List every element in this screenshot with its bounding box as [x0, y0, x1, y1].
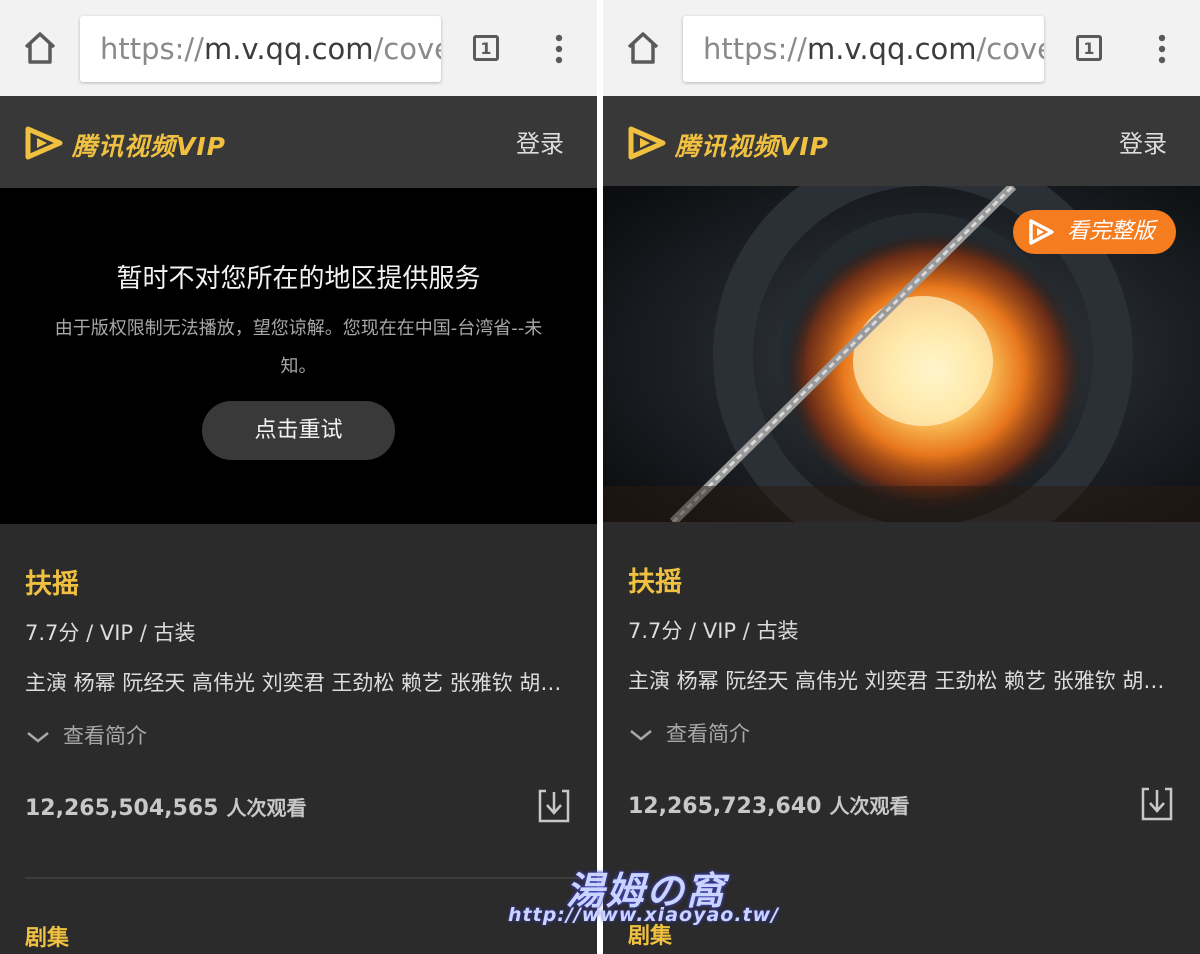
- show-meta: 7.7分 / VIP / 古装: [25, 621, 196, 645]
- tencent-video-logo-icon[interactable]: [627, 126, 667, 160]
- login-link[interactable]: 登录: [516, 124, 564, 159]
- download-icon[interactable]: [537, 788, 571, 824]
- view-count: 12,265,504,565 人次观看: [25, 792, 306, 821]
- left-phone-screen: https://m.v.qq.com/cove 1 腾讯视频VIP 登录 暂时不…: [0, 0, 597, 954]
- tabs-icon[interactable]: 1: [473, 35, 499, 61]
- show-title: 扶摇: [25, 569, 79, 600]
- play-icon: [1029, 219, 1054, 245]
- show-cast: 主演 杨幂 阮经天 高伟光 刘奕君 王劲松 赖艺 张雅钦 胡…: [25, 671, 562, 695]
- menu-icon[interactable]: [547, 34, 571, 64]
- chevron-down-icon: [630, 730, 652, 741]
- show-meta: 7.7分 / VIP / 古装: [628, 619, 799, 643]
- episodes-heading: 剧集: [25, 926, 70, 951]
- login-link[interactable]: 登录: [1119, 124, 1167, 159]
- region-error-title: 暂时不对您所在的地区提供服务: [116, 264, 481, 294]
- site-logo-text[interactable]: 腾讯视频VIP: [675, 127, 829, 163]
- watch-full-version-button[interactable]: 看完整版: [1013, 210, 1176, 254]
- home-icon[interactable]: [22, 30, 58, 66]
- chevron-down-icon: [27, 732, 49, 743]
- address-bar[interactable]: https://m.v.qq.com/cove: [80, 16, 441, 82]
- view-intro-label: 查看简介: [666, 722, 750, 746]
- address-bar[interactable]: https://m.v.qq.com/cove: [683, 16, 1044, 82]
- tencent-video-logo-icon[interactable]: [24, 126, 64, 160]
- show-title: 扶摇: [628, 567, 682, 598]
- view-count-unit: 人次观看: [226, 796, 307, 820]
- retry-button[interactable]: 点击重试: [202, 401, 395, 460]
- download-icon[interactable]: [1140, 786, 1174, 822]
- browser-toolbar: https://m.v.qq.com/cove 1: [603, 0, 1200, 96]
- tabs-icon[interactable]: 1: [1076, 35, 1102, 61]
- view-intro-toggle[interactable]: 查看简介: [628, 718, 750, 748]
- watermark-url: http://www.xiaoyao.tw/: [508, 904, 780, 926]
- view-intro-label: 查看简介: [63, 724, 147, 748]
- menu-icon[interactable]: [1150, 34, 1174, 64]
- view-count-number: 12,265,504,565: [25, 796, 219, 821]
- watch-full-label: 看完整版: [1067, 219, 1156, 244]
- site-logo-text[interactable]: 腾讯视频VIP: [72, 127, 226, 163]
- view-intro-toggle[interactable]: 查看简介: [25, 720, 147, 750]
- view-count-number: 12,265,723,640: [628, 794, 822, 819]
- right-phone-screen: https://m.v.qq.com/cove 1 腾讯视频VIP 登录: [603, 0, 1200, 954]
- home-icon[interactable]: [625, 30, 661, 66]
- region-error-message: 由于版权限制无法播放，望您谅解。您现在在中国-台湾省--未知。: [54, 318, 543, 377]
- show-cast: 主演 杨幂 阮经天 高伟光 刘奕君 王劲松 赖艺 张雅钦 胡…: [628, 669, 1165, 693]
- section-divider: [25, 877, 597, 879]
- view-count: 12,265,723,640 人次观看: [628, 790, 909, 819]
- view-count-unit: 人次观看: [829, 794, 910, 818]
- browser-toolbar: https://m.v.qq.com/cove 1: [0, 0, 597, 96]
